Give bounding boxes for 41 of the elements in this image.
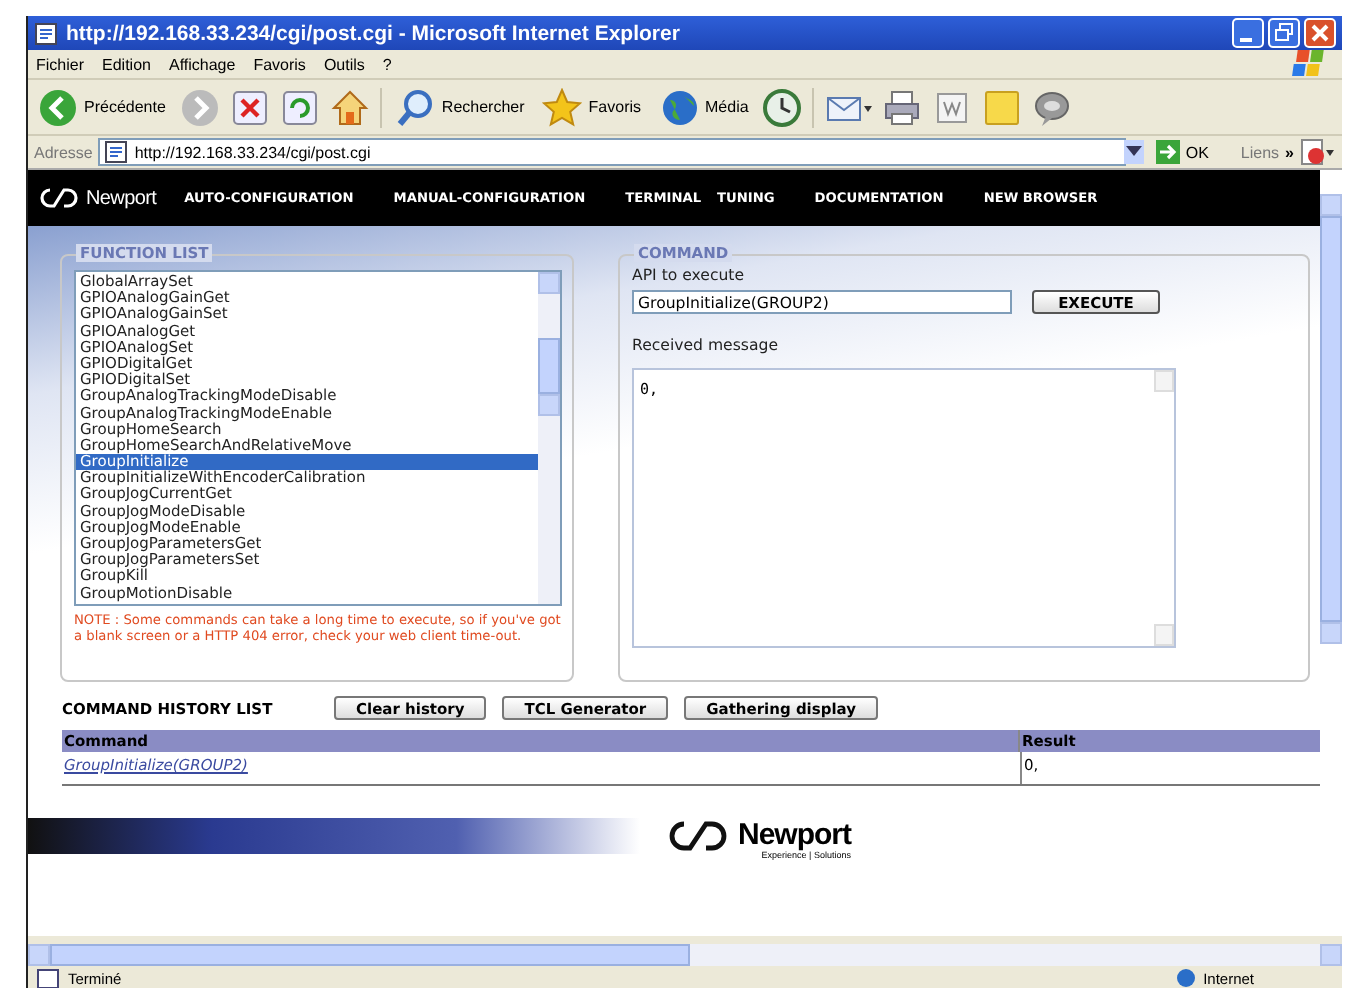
more-button[interactable]: » xyxy=(1285,143,1294,161)
address-field[interactable]: http://192.168.33.234/cgi/post.cgi xyxy=(98,138,1126,166)
globe-icon xyxy=(659,87,700,127)
page-icon xyxy=(104,140,129,164)
menu-item[interactable]: Edition xyxy=(102,55,151,73)
horizontal-scrollbar[interactable] xyxy=(28,944,1342,966)
home-icon[interactable] xyxy=(329,87,370,127)
speech-bubble-icon[interactable] xyxy=(1032,87,1073,127)
document-icon[interactable] xyxy=(932,87,973,127)
restore-button[interactable] xyxy=(1268,18,1300,48)
function-listbox[interactable] xyxy=(74,270,562,606)
newport-logo-icon xyxy=(38,188,82,208)
clock-icon[interactable] xyxy=(762,87,803,127)
minimize-button[interactable] xyxy=(1232,18,1264,48)
menu-item[interactable]: Fichier xyxy=(36,55,85,73)
links-label: Liens xyxy=(1240,143,1280,161)
page-icon xyxy=(34,21,58,45)
address-label: Adresse xyxy=(34,143,93,161)
back-icon xyxy=(38,87,78,127)
menu-item[interactable]: Affichage xyxy=(168,55,236,73)
search-button[interactable]: Rechercher xyxy=(391,85,529,129)
back-button[interactable]: Précédente xyxy=(34,85,170,129)
menu-item[interactable]: ? xyxy=(382,55,392,73)
globe-icon xyxy=(1175,968,1196,988)
printer-icon[interactable] xyxy=(882,87,923,127)
favorites-button[interactable]: Favoris xyxy=(538,85,646,129)
dropdown-button[interactable] xyxy=(1123,140,1144,164)
newport-logo-icon xyxy=(664,819,732,851)
close-button[interactable] xyxy=(1304,18,1336,48)
brand-name: Newport xyxy=(86,187,157,209)
menu-item[interactable]: Favoris xyxy=(253,55,306,73)
refresh-icon[interactable] xyxy=(279,87,320,127)
star-icon xyxy=(542,87,583,127)
window-title: http://192.168.33.234/cgi/post.cgi - Microsoft Internet Explorer xyxy=(66,21,682,45)
brand-name: Newport xyxy=(738,818,851,852)
media-button[interactable]: Média xyxy=(655,85,753,129)
stop-icon[interactable] xyxy=(229,87,270,127)
menu-item[interactable]: Outils xyxy=(323,55,365,73)
page-tool-icon[interactable] xyxy=(1300,138,1336,166)
search-icon xyxy=(395,87,436,127)
go-button[interactable]: OK xyxy=(1149,140,1215,164)
